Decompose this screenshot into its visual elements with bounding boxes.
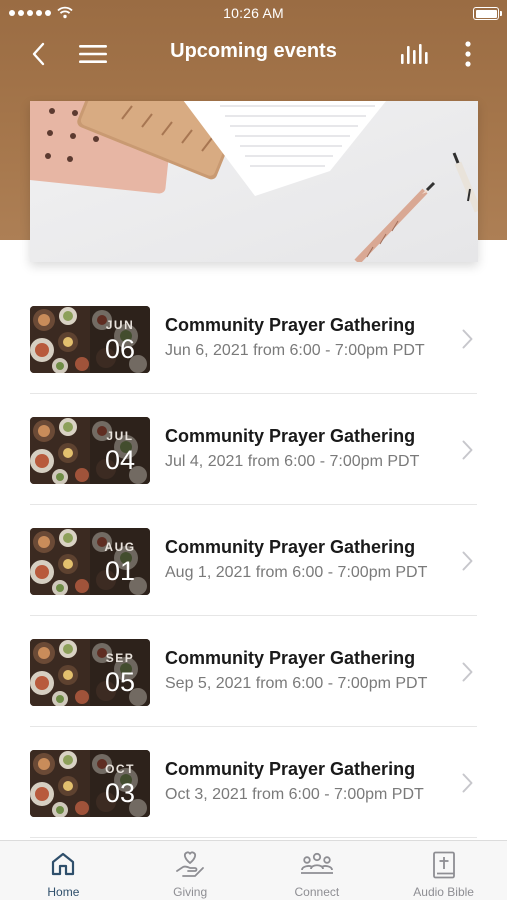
status-time: 10:26 AM	[223, 5, 284, 21]
chevron-right-icon	[462, 329, 473, 349]
event-datetime: Aug 1, 2021 from 6:00 - 7:00pm PDT	[165, 564, 428, 581]
event-day: 04	[104, 445, 136, 475]
event-thumbnail: JUN 06	[30, 306, 150, 373]
more-vertical-icon	[465, 41, 471, 67]
event-list-item[interactable]: JUL 04 Community Prayer Gathering Jul 4,…	[0, 394, 507, 505]
home-icon	[52, 852, 75, 876]
tab-connect-label: Connect	[294, 885, 340, 899]
app-screen: 10:26 AM Upcoming events JUN 06 Communit…	[0, 0, 507, 900]
event-month: AUG	[104, 540, 136, 554]
battery-icon	[473, 7, 502, 20]
event-thumbnail: SEP 05	[30, 639, 150, 706]
menu-button[interactable]	[75, 36, 111, 72]
tab-giving[interactable]: Giving	[127, 841, 254, 900]
event-title: Community Prayer Gathering	[165, 537, 416, 557]
tab-giving-label: Giving	[173, 885, 208, 899]
stats-button[interactable]	[397, 36, 433, 72]
event-day: 06	[104, 334, 136, 364]
bible-icon	[432, 851, 455, 879]
giving-hand-heart-icon	[176, 851, 205, 877]
event-list: JUN 06 Community Prayer Gathering Jun 6,…	[0, 283, 507, 838]
event-list-item[interactable]: OCT 03 Community Prayer Gathering Oct 3,…	[0, 727, 507, 838]
event-day: 05	[104, 667, 136, 697]
event-date-badge: JUN 06	[90, 306, 150, 373]
hamburger-menu-icon	[79, 45, 107, 63]
row-divider	[30, 837, 477, 838]
event-thumbnail: AUG 01	[30, 528, 150, 595]
event-day: 03	[104, 778, 136, 808]
event-datetime: Oct 3, 2021 from 6:00 - 7:00pm PDT	[165, 786, 424, 803]
status-bar: 10:26 AM	[0, 0, 507, 28]
event-date-badge: OCT 03	[90, 750, 150, 817]
event-month: JUN	[105, 318, 135, 332]
event-day: 01	[104, 556, 136, 586]
tab-home[interactable]: Home	[0, 841, 127, 900]
event-datetime: Sep 5, 2021 from 6:00 - 7:00pm PDT	[165, 675, 428, 692]
more-options-button[interactable]	[450, 36, 486, 72]
chevron-right-icon	[462, 440, 473, 460]
page-title: Upcoming events	[170, 40, 337, 62]
chevron-right-icon	[462, 662, 473, 682]
back-button[interactable]	[20, 36, 56, 72]
event-datetime: Jun 6, 2021 from 6:00 - 7:00pm PDT	[165, 342, 425, 359]
event-thumbnail: JUL 04	[30, 417, 150, 484]
event-thumbnail: OCT 03	[30, 750, 150, 817]
tab-audio-bible[interactable]: Audio Bible	[380, 841, 507, 900]
event-list-item[interactable]: JUN 06 Community Prayer Gathering Jun 6,…	[0, 283, 507, 394]
event-month: OCT	[105, 762, 135, 776]
tab-bar: Home Giving Connect Audio Bible	[0, 840, 507, 900]
people-group-icon	[300, 852, 333, 874]
event-title: Community Prayer Gathering	[165, 759, 416, 779]
bar-chart-icon	[401, 44, 428, 64]
event-title: Community Prayer Gathering	[165, 648, 416, 668]
event-title: Community Prayer Gathering	[165, 315, 416, 335]
tab-audio-bible-label: Audio Bible	[413, 885, 474, 899]
event-datetime: Jul 4, 2021 from 6:00 - 7:00pm PDT	[165, 453, 420, 470]
back-chevron-icon	[32, 42, 45, 66]
navigation-bar: Upcoming events	[0, 28, 507, 80]
chevron-right-icon	[462, 551, 473, 571]
event-list-item[interactable]: AUG 01 Community Prayer Gathering Aug 1,…	[0, 505, 507, 616]
event-month: JUL	[106, 429, 134, 443]
event-date-badge: AUG 01	[90, 528, 150, 595]
hero-image	[30, 101, 478, 262]
tab-home-label: Home	[47, 885, 80, 899]
chevron-right-icon	[462, 773, 473, 793]
event-date-badge: SEP 05	[90, 639, 150, 706]
event-month: SEP	[105, 651, 135, 665]
event-date-badge: JUL 04	[90, 417, 150, 484]
event-list-item[interactable]: SEP 05 Community Prayer Gathering Sep 5,…	[0, 616, 507, 727]
event-title: Community Prayer Gathering	[165, 426, 416, 446]
tab-connect[interactable]: Connect	[254, 841, 381, 900]
